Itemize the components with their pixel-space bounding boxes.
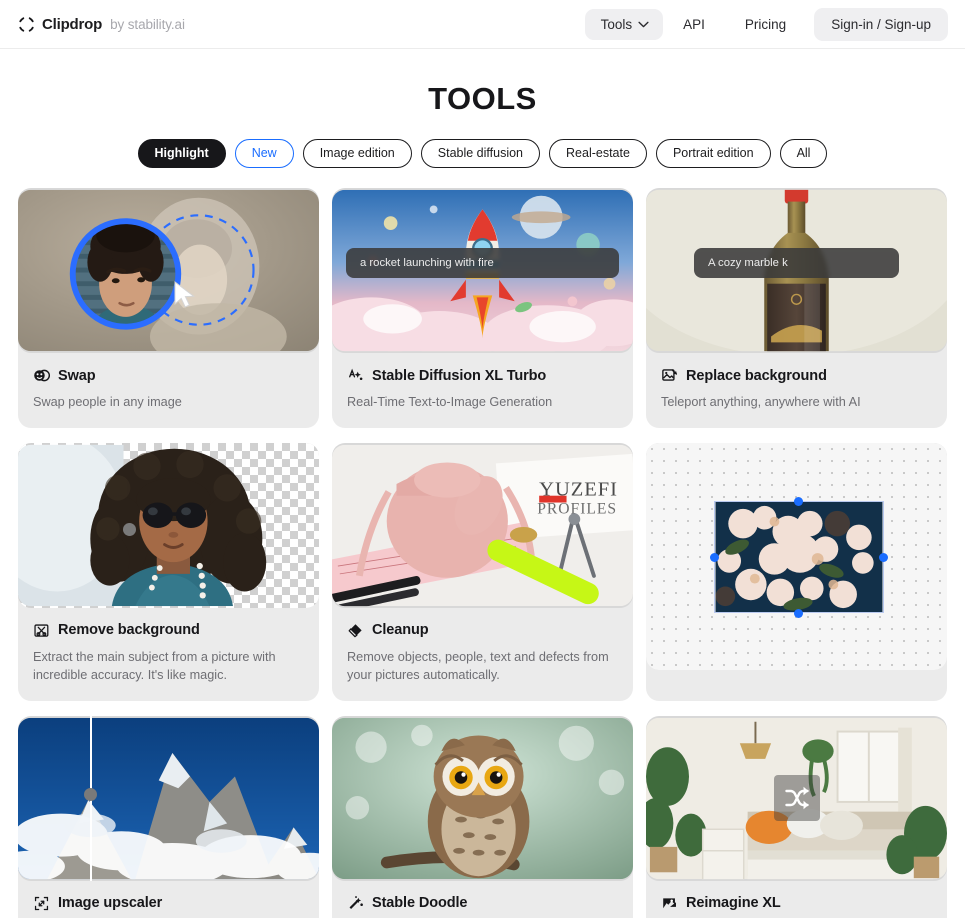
selection-handle-left[interactable] xyxy=(710,552,719,562)
tool-card-title-remove-background: Remove background xyxy=(58,622,200,639)
shuffle-overlay[interactable] xyxy=(773,775,820,822)
tool-card-title-reimagine-xl: Reimagine XL xyxy=(686,895,781,912)
chevron-down-icon xyxy=(638,21,649,27)
tool-card-reimagine-xl[interactable]: Reimagine XL Create multiple variants of… xyxy=(646,715,947,918)
selected-image[interactable] xyxy=(714,500,884,613)
tool-card-title-row-cleanup: Cleanup xyxy=(347,622,618,639)
tool-card-desc-sdxl-turbo: Real-Time Text-to-Image Generation xyxy=(347,395,553,410)
filter-chip-all[interactable]: All xyxy=(779,139,828,169)
tool-card-media-image-upscaler xyxy=(18,715,319,881)
prompt-bar-replace-background[interactable]: A cozy marble k xyxy=(694,248,899,279)
tool-card-body-uncrop xyxy=(646,670,947,682)
tool-card-stable-doodle[interactable]: Stable Doodle Transform your doodles int… xyxy=(332,715,633,918)
tool-card-title-cleanup: Cleanup xyxy=(372,622,429,639)
before-after-slider-handle[interactable] xyxy=(123,522,136,536)
tool-card-title-row-image-upscaler: Image upscaler xyxy=(33,895,304,912)
tool-card-desc-remove-background: Extract the main subject from a picture … xyxy=(33,649,276,683)
tools-grid: Swap Swap people in any image a rocket l… xyxy=(0,188,965,918)
selection-handle-top[interactable] xyxy=(794,496,803,506)
swap-faces-icon xyxy=(34,370,50,382)
brand-name: Clipdrop xyxy=(42,15,103,33)
nav-tools-label: Tools xyxy=(600,16,633,32)
selection-handle-right[interactable] xyxy=(879,552,888,562)
portrait-cutout-artwork xyxy=(18,444,267,606)
tool-card-body-image-upscaler: Image upscaler Upscale your images by 2x… xyxy=(18,881,319,918)
tool-card-media-stable-doodle xyxy=(332,715,633,881)
tool-card-cleanup[interactable]: YUZEFI PROFILES Cleanup Remove objects, … xyxy=(332,442,633,701)
main-nav: Tools API Pricing Sign-in / Sign-up xyxy=(584,7,948,41)
brand[interactable]: Clipdrop by stability.ai xyxy=(18,16,185,33)
tool-card-media-reimagine-xl xyxy=(646,715,947,881)
tool-card-body-cleanup: Cleanup Remove objects, people, text and… xyxy=(332,608,633,701)
tool-card-desc-swap: Swap people in any image xyxy=(33,395,182,410)
tool-card-title-row-reimagine-xl: Reimagine XL xyxy=(661,895,932,912)
owl-artwork xyxy=(332,717,633,879)
filter-chip-row: Highlight New Image edition Stable diffu… xyxy=(0,139,965,169)
tool-card-uncrop[interactable] xyxy=(646,442,947,701)
filter-chip-portrait-edition[interactable]: Portrait edition xyxy=(655,139,771,169)
filter-chip-image-edition[interactable]: Image edition xyxy=(302,139,412,169)
tool-card-media-sdxl-turbo: a rocket launching with fire xyxy=(332,188,633,354)
filter-chip-highlight[interactable]: Highlight xyxy=(137,139,226,169)
tool-card-title-row-remove-background: Remove background xyxy=(33,622,304,639)
scissors-crop-icon xyxy=(34,624,49,637)
eraser-icon xyxy=(348,623,362,638)
shuffle-icon xyxy=(784,786,809,810)
handbag-desk-artwork: YUZEFI PROFILES xyxy=(332,444,633,606)
tool-card-sdxl-turbo[interactable]: a rocket launching with fire Stable Diff… xyxy=(332,188,633,428)
tool-card-title-sdxl-turbo: Stable Diffusion XL Turbo xyxy=(372,367,547,384)
filter-chip-stable-diffusion[interactable]: Stable diffusion xyxy=(420,139,541,169)
mouse-cursor-icon xyxy=(174,281,195,309)
tool-card-title-row-stable-doodle: Stable Doodle xyxy=(347,895,618,912)
site-header: Clipdrop by stability.ai Tools API Prici… xyxy=(0,0,965,49)
tool-card-title-row-sdxl-turbo: Stable Diffusion XL Turbo xyxy=(347,367,618,384)
sparkle-wand-icon xyxy=(349,369,363,381)
tool-card-title-stable-doodle: Stable Doodle xyxy=(372,895,468,912)
brand-tagline: by stability.ai xyxy=(110,16,185,32)
selection-handle-bottom[interactable] xyxy=(794,608,803,618)
tool-card-media-remove-background xyxy=(18,442,319,608)
nav-api-link[interactable]: API xyxy=(663,9,725,40)
tool-card-media-cleanup: YUZEFI PROFILES xyxy=(332,442,633,608)
tool-card-replace-background[interactable]: A cozy marble k Replace background Telep… xyxy=(646,188,947,428)
tool-card-body-replace-background: Replace background Teleport anything, an… xyxy=(646,353,947,427)
clipdrop-bracket-circle-icon xyxy=(19,16,34,32)
tool-card-title-image-upscaler: Image upscaler xyxy=(58,895,163,912)
swap-artwork xyxy=(18,190,319,352)
tool-card-desc-replace-background: Teleport anything, anywhere with AI xyxy=(661,395,861,410)
tool-card-body-stable-doodle: Stable Doodle Transform your doodles int… xyxy=(332,881,633,918)
upscaler-slider-handle[interactable] xyxy=(84,787,97,801)
tool-card-body-reimagine-xl: Reimagine XL Create multiple variants of… xyxy=(646,881,947,918)
flowers-artwork xyxy=(715,501,883,612)
page-title: TOOLS xyxy=(428,81,537,116)
mountain-image-icon xyxy=(663,897,676,908)
signin-signup-button[interactable]: Sign-in / Sign-up xyxy=(814,7,948,41)
image-replace-icon xyxy=(662,369,678,382)
tool-card-body-remove-background: Remove background Extract the main subje… xyxy=(18,608,319,701)
tool-card-media-replace-background: A cozy marble k xyxy=(646,188,947,354)
tool-card-title-replace-background: Replace background xyxy=(686,367,827,384)
nav-pricing-link[interactable]: Pricing xyxy=(725,9,806,40)
tool-card-image-upscaler[interactable]: Image upscaler Upscale your images by 2x… xyxy=(18,715,319,918)
tool-card-body-swap: Swap Swap people in any image xyxy=(18,353,319,427)
filter-chip-new[interactable]: New xyxy=(234,139,294,169)
tool-card-title-swap: Swap xyxy=(58,367,96,384)
filter-chip-real-estate[interactable]: Real-estate xyxy=(549,139,647,169)
tool-card-remove-background[interactable]: Remove background Extract the main subje… xyxy=(18,442,319,701)
tool-card-swap[interactable]: Swap Swap people in any image xyxy=(18,188,319,428)
mountain-artwork xyxy=(18,717,319,879)
tool-card-desc-cleanup: Remove objects, people, text and defects… xyxy=(347,649,609,683)
tool-card-title-row-swap: Swap xyxy=(33,367,304,384)
nav-tools-dropdown[interactable]: Tools xyxy=(584,8,664,40)
tool-card-media-uncrop xyxy=(646,442,947,670)
prompt-bar-sdxl-turbo[interactable]: a rocket launching with fire xyxy=(346,248,619,279)
magic-wand-icon xyxy=(349,895,363,909)
upscale-corners-icon xyxy=(34,896,49,910)
tool-card-body-sdxl-turbo: Stable Diffusion XL Turbo Real-Time Text… xyxy=(332,353,633,427)
tool-card-media-swap xyxy=(18,188,319,354)
tool-card-title-row-replace-background: Replace background xyxy=(661,367,932,384)
